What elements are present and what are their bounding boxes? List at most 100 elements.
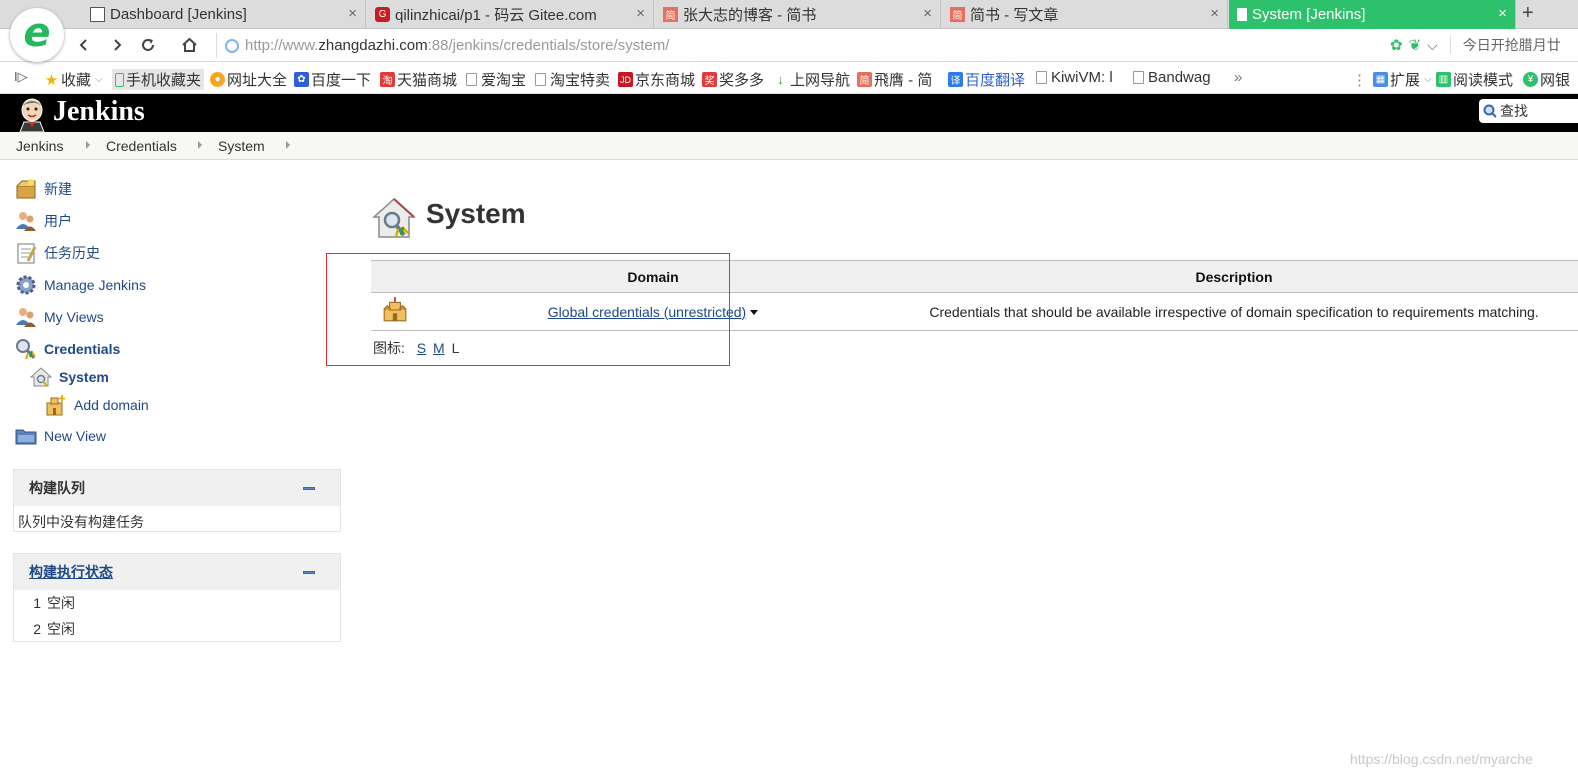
executors-title-link[interactable]: 构建执行状态 bbox=[29, 562, 113, 582]
executor-row: 1 空闲 bbox=[14, 590, 340, 616]
jenkins-search-box[interactable]: 查找 bbox=[1479, 99, 1578, 123]
bookmark-taobao-sale[interactable]: 淘宝特卖 bbox=[535, 69, 610, 90]
task-new-item[interactable]: 新建 bbox=[14, 177, 72, 201]
task-people[interactable]: 用户 bbox=[14, 209, 72, 233]
online-bank-button[interactable]: ¥ 网银 bbox=[1523, 69, 1570, 90]
close-icon[interactable]: × bbox=[1498, 5, 1507, 22]
bookmark-nav-sites[interactable]: ● 网址大全 bbox=[210, 69, 287, 90]
page-title: System bbox=[426, 198, 526, 229]
url-field[interactable]: http://www. zhangdazhi.com:88/jenkins/cre… bbox=[216, 33, 1386, 58]
task-system[interactable]: System bbox=[29, 365, 109, 389]
bookmark-baidu[interactable]: ✿ 百度一下 bbox=[294, 69, 371, 90]
jenkins-header: Jenkins 查找 bbox=[0, 94, 1578, 132]
tab-jianshu-write[interactable]: 简 简书 - 写文章 × bbox=[942, 0, 1228, 29]
close-icon[interactable]: × bbox=[636, 5, 645, 22]
reading-mode-button[interactable]: ▥ 阅读模式 bbox=[1436, 69, 1513, 90]
bookmark-baidu-translate[interactable]: 译 百度翻译 bbox=[948, 69, 1025, 90]
chevron-down-icon[interactable]: ⌵ bbox=[1427, 37, 1438, 54]
back-button[interactable] bbox=[73, 34, 95, 56]
task-credentials[interactable]: Credentials bbox=[14, 337, 120, 361]
jenkins-title[interactable]: Jenkins bbox=[53, 96, 145, 128]
gear-icon bbox=[16, 275, 36, 295]
bookmark-mobile[interactable]: 手机收藏夹 bbox=[112, 69, 205, 90]
extensions-icon: ▦ bbox=[1373, 72, 1388, 87]
close-icon[interactable]: × bbox=[1210, 5, 1219, 22]
task-label: Manage Jenkins bbox=[44, 277, 146, 293]
extensions-button[interactable]: ⋮ ▦ 扩展 ⌵ bbox=[1352, 69, 1432, 90]
notepad-icon bbox=[17, 243, 37, 264]
dropdown-caret-icon[interactable] bbox=[750, 309, 759, 315]
executors-body: 1 空闲 2 空闲 bbox=[14, 590, 340, 642]
task-manage-jenkins[interactable]: Manage Jenkins bbox=[14, 273, 146, 297]
close-icon[interactable]: × bbox=[348, 5, 357, 22]
bookmark-label: 网址大全 bbox=[227, 72, 288, 89]
jenkins-butler-icon[interactable] bbox=[14, 96, 50, 132]
task-label: My Views bbox=[44, 309, 104, 325]
bookmark-jianshu[interactable]: 简 飛膺 - 简 bbox=[857, 69, 932, 90]
breadcrumb-arrow-icon[interactable] bbox=[86, 141, 90, 149]
bookmark-tmall[interactable]: 淘 天猫商城 bbox=[380, 69, 457, 90]
bookmarks-toggle[interactable]: I▷ bbox=[14, 69, 28, 85]
address-bar: http://www. zhangdazhi.com:88/jenkins/cre… bbox=[0, 29, 1578, 62]
bookmark-favorites[interactable]: ★ 收藏 ⌵ bbox=[44, 69, 103, 90]
bookmark-label: 淘宝特卖 bbox=[550, 72, 611, 89]
bookmarks-more-button[interactable]: » bbox=[1234, 69, 1242, 86]
description-cell: Credentials that should be available irr… bbox=[887, 292, 1578, 331]
breadcrumb-jenkins[interactable]: Jenkins bbox=[16, 138, 63, 154]
url-host: zhangdazhi.com bbox=[318, 37, 428, 54]
breadcrumb-credentials[interactable]: Credentials bbox=[106, 138, 177, 154]
build-queue-header: 构建队列 bbox=[14, 470, 340, 506]
jd-icon: JD bbox=[618, 72, 633, 87]
tab-dashboard[interactable]: Dashboard [Jenkins] × bbox=[82, 0, 366, 29]
collapse-icon[interactable] bbox=[303, 487, 315, 490]
breadcrumb-arrow-icon[interactable] bbox=[198, 141, 202, 149]
collapse-icon[interactable] bbox=[303, 571, 315, 574]
tab-label: System [Jenkins] bbox=[1252, 6, 1366, 23]
bookmark-prize[interactable]: 奖 奖多多 bbox=[702, 69, 764, 90]
task-new-view[interactable]: New View bbox=[14, 424, 106, 448]
page-favicon-icon bbox=[1237, 8, 1247, 21]
bookmark-jd[interactable]: JD 京东商城 bbox=[618, 69, 695, 90]
breadcrumb-system[interactable]: System bbox=[218, 138, 265, 154]
extensions-label: 扩展 bbox=[1390, 72, 1421, 89]
bookmark-bandwag[interactable]: Bandwag bbox=[1133, 69, 1211, 86]
reload-icon bbox=[142, 39, 154, 51]
forward-button[interactable] bbox=[106, 34, 128, 56]
search-input[interactable]: 查找 bbox=[1500, 101, 1528, 121]
bookmark-hao-nav[interactable]: ↓ 上网导航 bbox=[773, 69, 850, 90]
breadcrumb-arrow-icon[interactable] bbox=[286, 141, 290, 149]
bookmark-kiwivm[interactable]: KiwiVM: l bbox=[1036, 69, 1113, 86]
build-queue-pane: 构建队列 队列中没有构建任务 bbox=[13, 469, 341, 532]
home-button[interactable] bbox=[178, 34, 200, 56]
site-info-icon[interactable] bbox=[225, 38, 239, 53]
task-label: 用户 bbox=[44, 213, 72, 229]
browser-logo-icon[interactable]: e bbox=[10, 8, 64, 62]
jianshu-icon: 简 bbox=[857, 72, 872, 87]
page-icon bbox=[466, 73, 477, 86]
task-my-views[interactable]: My Views bbox=[14, 305, 104, 329]
bookmark-aitaobao[interactable]: 爱淘宝 bbox=[466, 69, 526, 90]
url-path: :88/jenkins/credentials/store/system/ bbox=[427, 37, 670, 54]
bookmark-label: 百度翻译 bbox=[965, 72, 1026, 89]
bookmark-label: 收藏 bbox=[61, 72, 92, 89]
task-label: 新建 bbox=[44, 181, 72, 197]
task-build-history[interactable]: 任务历史 bbox=[14, 241, 100, 265]
task-add-domain[interactable]: Add domain bbox=[44, 393, 149, 417]
build-queue-title: 构建队列 bbox=[29, 480, 85, 496]
executors-pane: 构建执行状态 1 空闲 2 空闲 bbox=[13, 553, 341, 642]
promo-text[interactable]: 今日开抢腊月廿 bbox=[1463, 35, 1561, 55]
tab-gitee[interactable]: G qilinzhicai/p1 - 码云 Gitee.com × bbox=[367, 0, 654, 29]
leaf-icon[interactable]: ❦ bbox=[1409, 36, 1422, 54]
bookmark-label: 手机收藏夹 bbox=[126, 72, 202, 89]
sync-icon[interactable]: ✿ bbox=[1390, 36, 1403, 54]
task-label: 任务历史 bbox=[44, 245, 100, 261]
close-icon[interactable]: × bbox=[923, 5, 932, 22]
nav-icon: ● bbox=[210, 72, 225, 87]
phone-icon bbox=[115, 72, 124, 87]
book-icon: ▥ bbox=[1436, 72, 1451, 87]
tab-jianshu-blog[interactable]: 简 张大志的博客 - 简书 × bbox=[655, 0, 941, 29]
gitee-favicon-icon: G bbox=[375, 7, 390, 22]
tab-system-jenkins[interactable]: System [Jenkins] × bbox=[1229, 0, 1516, 29]
reload-button[interactable] bbox=[137, 34, 159, 56]
new-tab-button[interactable]: + bbox=[1522, 2, 1534, 25]
